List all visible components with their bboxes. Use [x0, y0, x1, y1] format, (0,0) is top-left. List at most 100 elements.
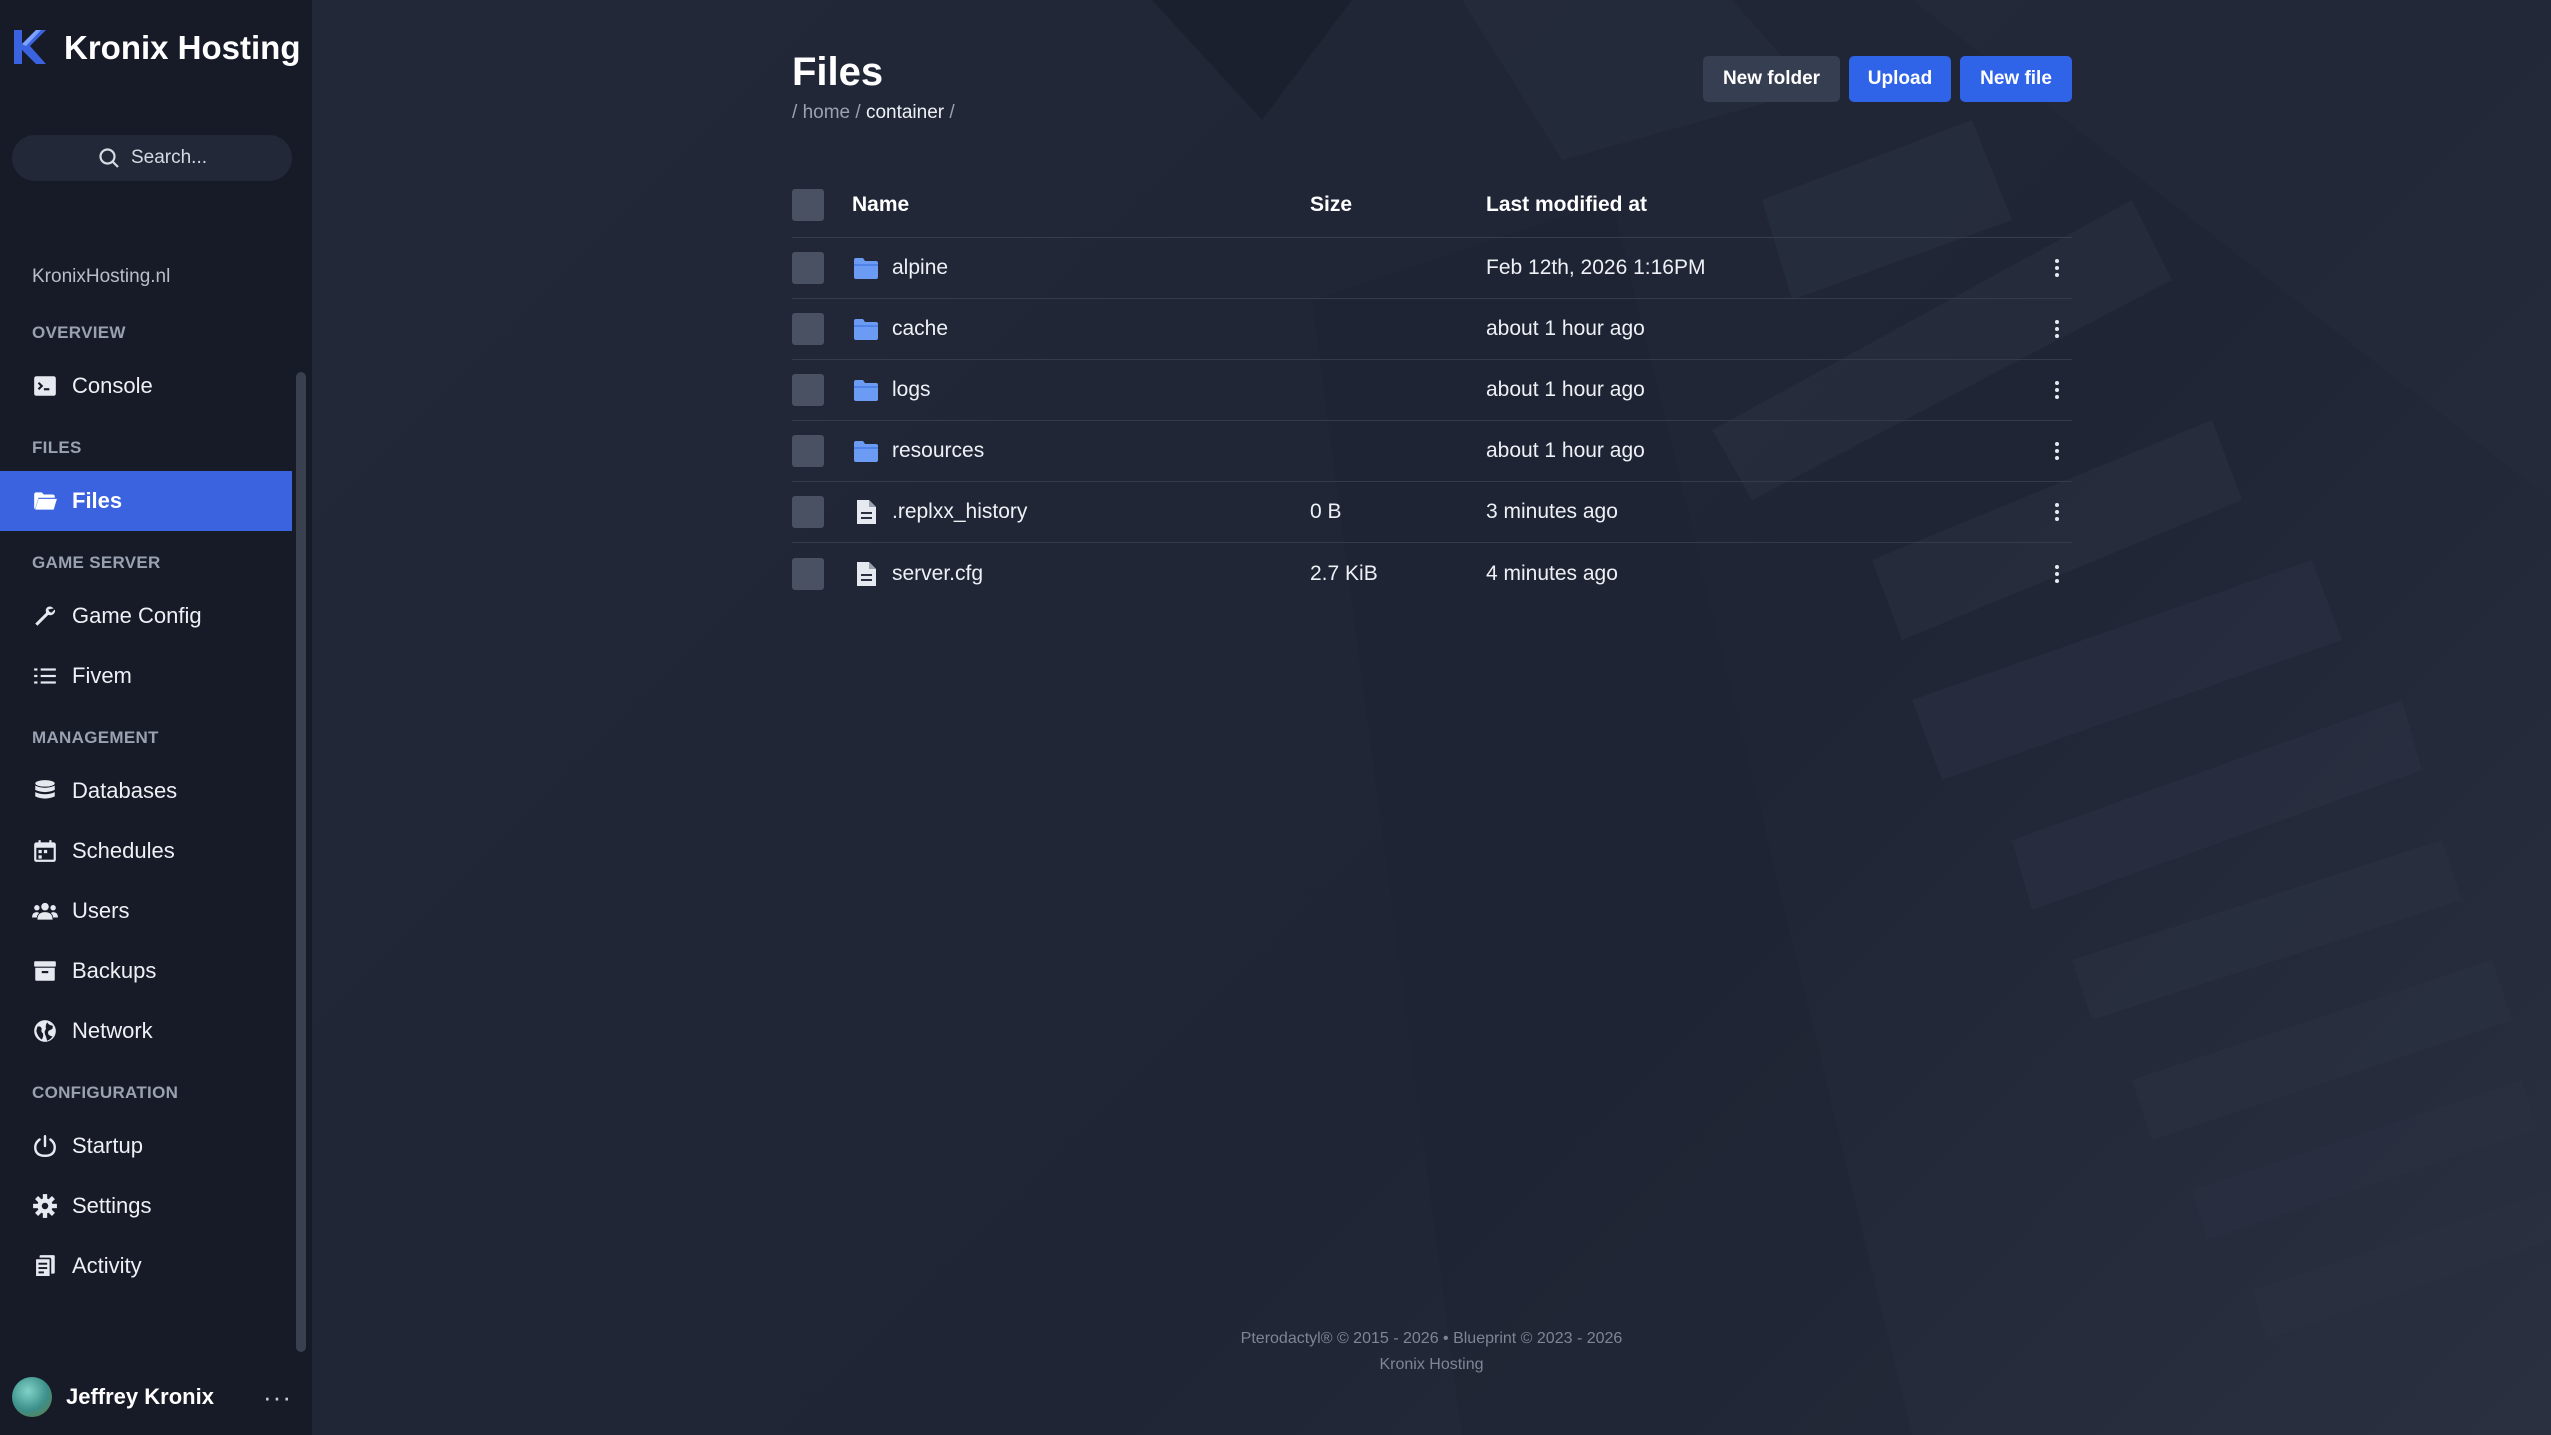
breadcrumb-separator: /: [855, 102, 861, 123]
gear-icon: [33, 1194, 57, 1218]
table-row[interactable]: .replxx_history 0 B 3 minutes ago: [792, 482, 2072, 543]
brand[interactable]: Kronix Hosting: [10, 24, 301, 70]
breadcrumb-separator: /: [792, 102, 798, 123]
file-table: Name Size Last modified at alpine Feb 12t…: [792, 172, 2072, 604]
table-row[interactable]: cache about 1 hour ago: [792, 299, 2072, 360]
breadcrumb: / home / container /: [792, 102, 955, 124]
folder-icon: [854, 258, 878, 279]
sidebar-item-label: Game Config: [72, 603, 202, 628]
section-game-server: GAME SERVER: [32, 553, 161, 572]
host-link[interactable]: KronixHosting.nl: [32, 266, 170, 288]
file-modified: 4 minutes ago: [1486, 561, 1618, 585]
file-icon: [857, 561, 876, 586]
main-content: Files / home / container / New folder Up…: [312, 0, 2551, 1435]
sidebar-item-label: Users: [72, 898, 130, 923]
user-panel[interactable]: Jeffrey Kronix ···: [12, 1376, 292, 1418]
row-checkbox[interactable]: [792, 496, 824, 528]
sidebar-item-label: Startup: [72, 1133, 143, 1158]
sidebar-item-startup[interactable]: Startup: [0, 1116, 292, 1176]
file-name[interactable]: .replxx_history: [892, 500, 1027, 524]
row-actions-button[interactable]: [2042, 378, 2072, 402]
file-name-cell[interactable]: resources: [852, 437, 1310, 465]
table-row[interactable]: alpine Feb 12th, 2026 1:16PM: [792, 238, 2072, 299]
more-vertical-icon: [2055, 381, 2059, 399]
table-header: Name Size Last modified at: [792, 172, 2072, 238]
file-name[interactable]: logs: [892, 378, 931, 402]
table-row[interactable]: resources about 1 hour ago: [792, 421, 2072, 482]
calendar-icon: [34, 840, 56, 862]
file-name-cell[interactable]: alpine: [852, 254, 1310, 282]
list-icon: [34, 668, 56, 684]
user-menu-button[interactable]: ···: [263, 1382, 292, 1413]
file-name[interactable]: resources: [892, 439, 984, 463]
new-file-button[interactable]: New file: [1960, 56, 2072, 102]
section-overview: OVERVIEW: [32, 323, 126, 342]
sidebar-item-schedules[interactable]: Schedules: [0, 821, 292, 881]
file-name[interactable]: cache: [892, 317, 948, 341]
sidebar-item-settings[interactable]: Settings: [0, 1176, 292, 1236]
search-button[interactable]: Search...: [12, 135, 292, 181]
folder-icon: [854, 380, 878, 401]
select-all-checkbox[interactable]: [792, 188, 824, 221]
sidebar-scrollbar[interactable]: [296, 372, 306, 1352]
file-name-cell[interactable]: server.cfg: [852, 560, 1310, 588]
table-row[interactable]: logs about 1 hour ago: [792, 360, 2072, 421]
sidebar-item-label: Activity: [72, 1253, 142, 1278]
header-modified[interactable]: Last modified at: [1486, 193, 2072, 217]
section-management: MANAGEMENT: [32, 728, 159, 747]
sidebar-item-backups[interactable]: Backups: [0, 941, 292, 1001]
breadcrumb-home[interactable]: home: [803, 102, 851, 123]
row-checkbox[interactable]: [792, 313, 824, 345]
new-folder-button[interactable]: New folder: [1703, 56, 1840, 102]
sidebar-item-console[interactable]: Console: [0, 356, 292, 416]
sidebar-item-activity[interactable]: Activity: [0, 1236, 292, 1296]
section-configuration: CONFIGURATION: [32, 1083, 179, 1102]
user-name: Jeffrey Kronix: [66, 1384, 214, 1409]
header-name[interactable]: Name: [852, 193, 1310, 217]
file-size: 2.7 KiB: [1310, 561, 1378, 585]
sidebar-item-network[interactable]: Network: [0, 1001, 292, 1061]
file-name-cell[interactable]: cache: [852, 315, 1310, 343]
sidebar-item-label: Settings: [72, 1193, 152, 1218]
file-modified: 3 minutes ago: [1486, 500, 1618, 523]
row-actions-button[interactable]: [2042, 562, 2072, 586]
more-vertical-icon: [2055, 442, 2059, 460]
row-checkbox[interactable]: [792, 252, 824, 284]
sidebar: Kronix Hosting Search... KronixHosting.n…: [0, 0, 312, 1435]
file-name-cell[interactable]: logs: [852, 376, 1310, 404]
users-icon: [32, 902, 58, 920]
file-modified: about 1 hour ago: [1486, 317, 1645, 340]
file-size: 0 B: [1310, 500, 1342, 523]
more-vertical-icon: [2055, 320, 2059, 338]
header-size[interactable]: Size: [1310, 193, 1486, 217]
row-actions-button[interactable]: [2042, 500, 2072, 524]
row-actions-button[interactable]: [2042, 439, 2072, 463]
sidebar-item-files[interactable]: Files: [0, 471, 292, 531]
sidebar-item-game-config[interactable]: Game Config: [0, 586, 292, 646]
sidebar-item-databases[interactable]: Databases: [0, 761, 292, 821]
upload-button[interactable]: Upload: [1849, 56, 1951, 102]
terminal-icon: [34, 376, 56, 396]
sidebar-item-fivem[interactable]: Fivem: [0, 646, 292, 706]
file-modified: about 1 hour ago: [1486, 378, 1645, 401]
brand-name: Kronix Hosting: [64, 28, 301, 66]
sidebar-item-label: Console: [72, 373, 153, 398]
sidebar-item-label: Network: [72, 1018, 153, 1043]
more-vertical-icon: [2055, 564, 2059, 583]
table-row[interactable]: server.cfg 2.7 KiB 4 minutes ago: [792, 543, 2072, 604]
row-checkbox[interactable]: [792, 374, 824, 406]
power-icon: [34, 1135, 56, 1157]
row-checkbox[interactable]: [792, 435, 824, 467]
database-icon: [35, 780, 55, 799]
clipboard-icon: [34, 1255, 55, 1278]
folder-open-icon: [34, 492, 57, 510]
file-name-cell[interactable]: .replxx_history: [852, 498, 1310, 526]
file-name[interactable]: alpine: [892, 256, 948, 280]
file-name[interactable]: server.cfg: [892, 562, 983, 586]
sidebar-item-users[interactable]: Users: [0, 881, 292, 941]
footer-copyright: Pterodactyl® © 2015 - 2026 • Blueprint ©…: [1240, 1330, 1623, 1347]
row-actions-button[interactable]: [2042, 317, 2072, 341]
sidebar-item-label: Schedules: [72, 838, 175, 863]
row-actions-button[interactable]: [2042, 256, 2072, 280]
row-checkbox[interactable]: [792, 557, 824, 590]
